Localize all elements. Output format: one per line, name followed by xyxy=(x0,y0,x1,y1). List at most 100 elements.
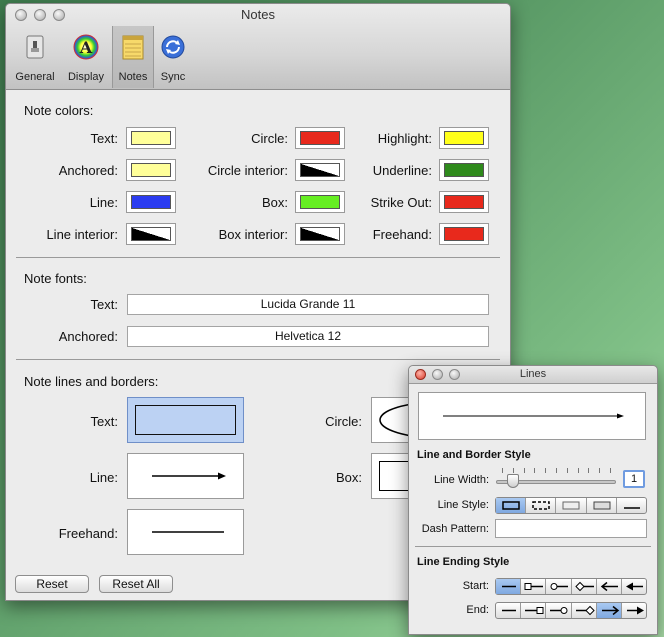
underline-border-option[interactable] xyxy=(617,498,646,513)
slider-tick xyxy=(556,468,557,473)
anchored-font-label: Anchored: xyxy=(58,329,118,344)
start-diamond-option[interactable] xyxy=(572,579,597,594)
reset-all-button[interactable]: Reset All xyxy=(99,575,173,593)
underline-color-well[interactable] xyxy=(439,159,489,181)
strike-out-color-well[interactable] xyxy=(439,191,489,213)
minimize-panel-button[interactable] xyxy=(432,369,443,380)
slider-tick xyxy=(512,468,514,473)
line-style-label: Line: xyxy=(89,470,118,485)
text-font-label: Text: xyxy=(90,297,118,312)
reset-button[interactable]: Reset xyxy=(15,575,89,593)
no-color-icon xyxy=(300,227,340,241)
close-window-button[interactable] xyxy=(15,9,27,21)
line-color-well[interactable] xyxy=(126,191,176,213)
circle-color-well[interactable] xyxy=(295,127,345,149)
toolbar-label: Sync xyxy=(160,71,186,83)
panel-titlebar: Lines xyxy=(409,366,657,384)
box-color-well[interactable] xyxy=(295,191,345,213)
text-font-field[interactable]: Lucida Grande 11 xyxy=(127,294,489,315)
highlight-color-label: Highlight: xyxy=(377,131,432,146)
text-color-well[interactable] xyxy=(126,127,176,149)
line-width-label: Line Width: xyxy=(433,474,489,486)
no-color-icon xyxy=(300,163,340,177)
freehand-preview[interactable] xyxy=(127,509,244,555)
toolbar-notes[interactable]: Notes xyxy=(112,26,154,88)
divider xyxy=(16,257,500,258)
minimize-window-button[interactable] xyxy=(34,9,46,21)
freehand-color-well[interactable] xyxy=(439,223,489,245)
end-circle-option[interactable] xyxy=(546,603,572,618)
toolbar-display[interactable]: A Display xyxy=(60,30,112,86)
color-fill xyxy=(131,163,171,177)
note-lines-heading: Note lines and borders: xyxy=(24,374,159,389)
underline-color-label: Underline: xyxy=(372,163,432,178)
anchored-font-field[interactable]: Helvetica 12 xyxy=(127,326,489,347)
strike-out-color-label: Strike Out: xyxy=(370,195,432,210)
toolbar-general[interactable]: General xyxy=(9,30,61,86)
solid-border-option[interactable] xyxy=(496,498,527,513)
box-color-label: Box: xyxy=(261,195,288,210)
end-closed-arrow-option[interactable] xyxy=(622,603,646,618)
line-style-segmented-control[interactable] xyxy=(495,497,647,514)
anchored-color-well[interactable] xyxy=(126,159,176,181)
freehand-color-label: Freehand: xyxy=(372,227,432,242)
text-border-preview[interactable] xyxy=(127,397,244,443)
line-width-field[interactable]: 1 xyxy=(623,470,645,488)
end-ending-segmented-control[interactable] xyxy=(495,602,647,619)
start-circle-option[interactable] xyxy=(546,579,572,594)
start-none-option[interactable] xyxy=(496,579,522,594)
line-preview[interactable] xyxy=(127,453,244,499)
window-title: Notes xyxy=(241,7,275,22)
line-interior-color-label: Line interior: xyxy=(46,227,118,242)
slider-tick xyxy=(566,468,568,473)
start-label: Start: xyxy=(462,580,489,592)
dash-pattern-label: Dash Pattern: xyxy=(421,523,489,535)
svg-text:A: A xyxy=(79,38,93,57)
color-fill xyxy=(300,131,340,145)
arrow-line-icon xyxy=(152,472,226,480)
end-open-arrow-option[interactable] xyxy=(596,603,622,618)
color-a-icon: A xyxy=(73,34,99,60)
color-fill xyxy=(444,227,484,241)
divider xyxy=(415,546,651,547)
box-interior-color-label: Box interior: xyxy=(218,227,288,242)
line-interior-color-well[interactable] xyxy=(126,223,176,245)
note-fonts-heading: Note fonts: xyxy=(24,271,87,286)
start-square-option[interactable] xyxy=(521,579,547,594)
end-square-option[interactable] xyxy=(521,603,547,618)
line-width-slider[interactable] xyxy=(496,468,616,492)
lines-inspector-panel: Lines Line and Border Style Line Width: … xyxy=(408,365,658,635)
beveled-border-option[interactable] xyxy=(556,498,587,513)
dashed-border-option[interactable] xyxy=(526,498,557,513)
box-interior-color-well[interactable] xyxy=(295,223,345,245)
notepad-icon xyxy=(122,35,144,60)
sync-icon xyxy=(161,35,185,59)
toolbar: Notes General A Display Notes Sync xyxy=(6,4,510,90)
slider-tick xyxy=(534,468,536,473)
anchored-color-label: Anchored: xyxy=(58,163,118,178)
zoom-window-button[interactable] xyxy=(53,9,65,21)
slider-knob[interactable] xyxy=(506,474,519,488)
dash-pattern-field[interactable] xyxy=(495,519,647,538)
circle-color-label: Circle: xyxy=(251,131,288,146)
start-ending-segmented-control[interactable] xyxy=(495,578,647,595)
toolbar-sync[interactable]: Sync xyxy=(153,30,193,86)
circle-border-label: Circle: xyxy=(325,414,362,429)
end-diamond-option[interactable] xyxy=(572,603,597,618)
box-border-label: Box: xyxy=(335,470,362,485)
text-color-label: Text: xyxy=(90,131,118,146)
end-none-option[interactable] xyxy=(496,603,522,618)
no-color-icon xyxy=(131,227,171,241)
end-label: End: xyxy=(466,604,489,616)
start-closed-arrow-option[interactable] xyxy=(622,579,646,594)
highlight-color-well[interactable] xyxy=(439,127,489,149)
circle-interior-color-well[interactable] xyxy=(295,159,345,181)
color-fill xyxy=(131,195,171,209)
start-open-arrow-option[interactable] xyxy=(597,579,622,594)
color-fill xyxy=(444,163,484,177)
zoom-panel-button[interactable] xyxy=(449,369,460,380)
close-panel-button[interactable] xyxy=(415,369,426,380)
freehand-style-label: Freehand: xyxy=(58,526,118,541)
inset-border-option[interactable] xyxy=(587,498,617,513)
slider-tick xyxy=(599,468,601,473)
